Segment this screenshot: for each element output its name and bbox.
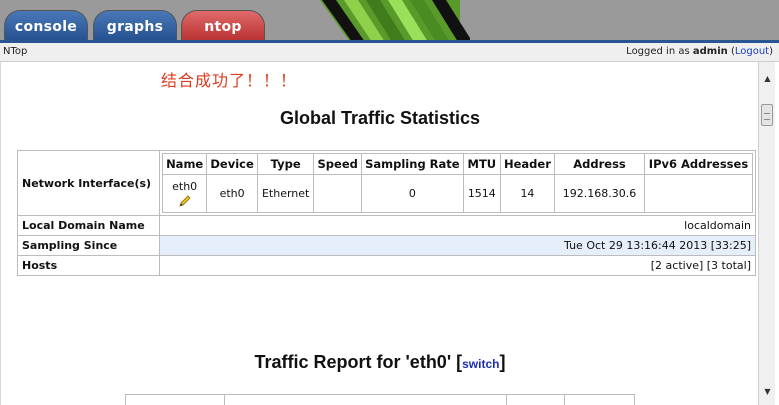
iface-device: eth0	[206, 174, 258, 213]
login-status: Logged in as admin (Logout)	[626, 43, 773, 61]
switch-bracket-close: ]	[499, 352, 506, 372]
status-bar: NTop Logged in as admin (Logout)	[0, 43, 779, 62]
network-interfaces-label: Network Interface(s)	[17, 150, 160, 216]
iface-header: 14	[499, 174, 556, 213]
interfaces-table: Name Device Type Speed Sampling Rate MTU…	[161, 153, 753, 213]
ntop-window: console graphs ntop NTop Logged in as ad…	[0, 0, 779, 405]
logout-link[interactable]: Logout	[735, 46, 769, 57]
tab-ntop[interactable]: ntop	[181, 10, 265, 42]
iface-type: Ethernet	[256, 174, 315, 213]
table-cell-divider	[506, 395, 507, 405]
sampling-value: Tue Oct 29 13:16:44 2013 [33:25]	[159, 235, 756, 256]
tab-console[interactable]: console	[4, 10, 88, 42]
top-tab-bar: console graphs ntop	[0, 0, 779, 42]
vertical-scrollbar[interactable]: ▲ ▼	[758, 62, 775, 405]
network-interfaces-cell: Name Device Type Speed Sampling Rate MTU…	[159, 150, 756, 216]
hosts-value: [2 active] [3 total]	[159, 255, 756, 276]
iface-mtu: 1514	[462, 174, 501, 213]
col-type: Type	[256, 153, 315, 175]
domain-value: localdomain	[159, 215, 756, 236]
col-name: Name	[161, 153, 208, 175]
col-device: Device	[206, 153, 258, 175]
hosts-row: Hosts [2 active] [3 total]	[17, 255, 756, 276]
col-address: Address	[554, 153, 645, 175]
iface-name-cell: eth0	[161, 174, 208, 213]
network-interfaces-row: Network Interface(s) Name Device Type Sp…	[17, 150, 756, 216]
traffic-report-table	[125, 394, 635, 405]
iface-name: eth0	[172, 179, 198, 193]
iface-sampling-rate: 0	[360, 174, 464, 213]
global-traffic-title: Global Traffic Statistics	[279, 108, 481, 128]
iface-address: 192.168.30.6	[554, 174, 645, 213]
domain-label: Local Domain Name	[17, 215, 160, 236]
col-sampling-rate: Sampling Rate	[360, 153, 464, 175]
iface-speed	[313, 174, 362, 213]
global-stats-table: Network Interface(s) Name Device Type Sp…	[17, 150, 756, 276]
table-cell-divider	[564, 395, 565, 405]
scroll-thumb[interactable]	[761, 104, 773, 126]
hosts-label: Hosts	[17, 255, 160, 276]
logged-in-label: Logged in as	[626, 46, 693, 57]
main-content: 结合成功了！！！ Global Traffic Statistics Netwo…	[0, 62, 758, 405]
header-decoration-logo	[320, 0, 470, 42]
col-speed: Speed	[313, 153, 362, 175]
pencil-icon[interactable]	[178, 194, 192, 208]
col-mtu: MTU	[462, 153, 501, 175]
app-title: NTop	[3, 46, 28, 57]
sampling-label: Sampling Since	[17, 235, 160, 256]
logout-close-paren: )	[769, 46, 773, 57]
col-header: Header	[499, 153, 556, 175]
success-notice: 结合成功了！！！	[161, 71, 298, 90]
table-cell-divider	[224, 395, 225, 405]
traffic-report-text: Traffic Report for 'eth0'	[254, 352, 452, 372]
interface-row: eth0 eth0 Ethernet 0 1514 14 192.168.30.…	[161, 174, 753, 213]
traffic-report-title: Traffic Report for 'eth0' [switch]	[1, 352, 758, 373]
username: admin	[692, 46, 728, 57]
iface-ipv6	[644, 174, 753, 213]
scroll-down-arrow-icon[interactable]: ▼	[759, 385, 776, 399]
sampling-row: Sampling Since Tue Oct 29 13:16:44 2013 …	[17, 235, 756, 256]
col-ipv6: IPv6 Addresses	[644, 153, 753, 175]
domain-row: Local Domain Name localdomain	[17, 215, 756, 236]
scroll-up-arrow-icon[interactable]: ▲	[759, 72, 776, 86]
switch-link[interactable]: switch	[462, 357, 499, 371]
tab-graphs[interactable]: graphs	[93, 10, 177, 42]
